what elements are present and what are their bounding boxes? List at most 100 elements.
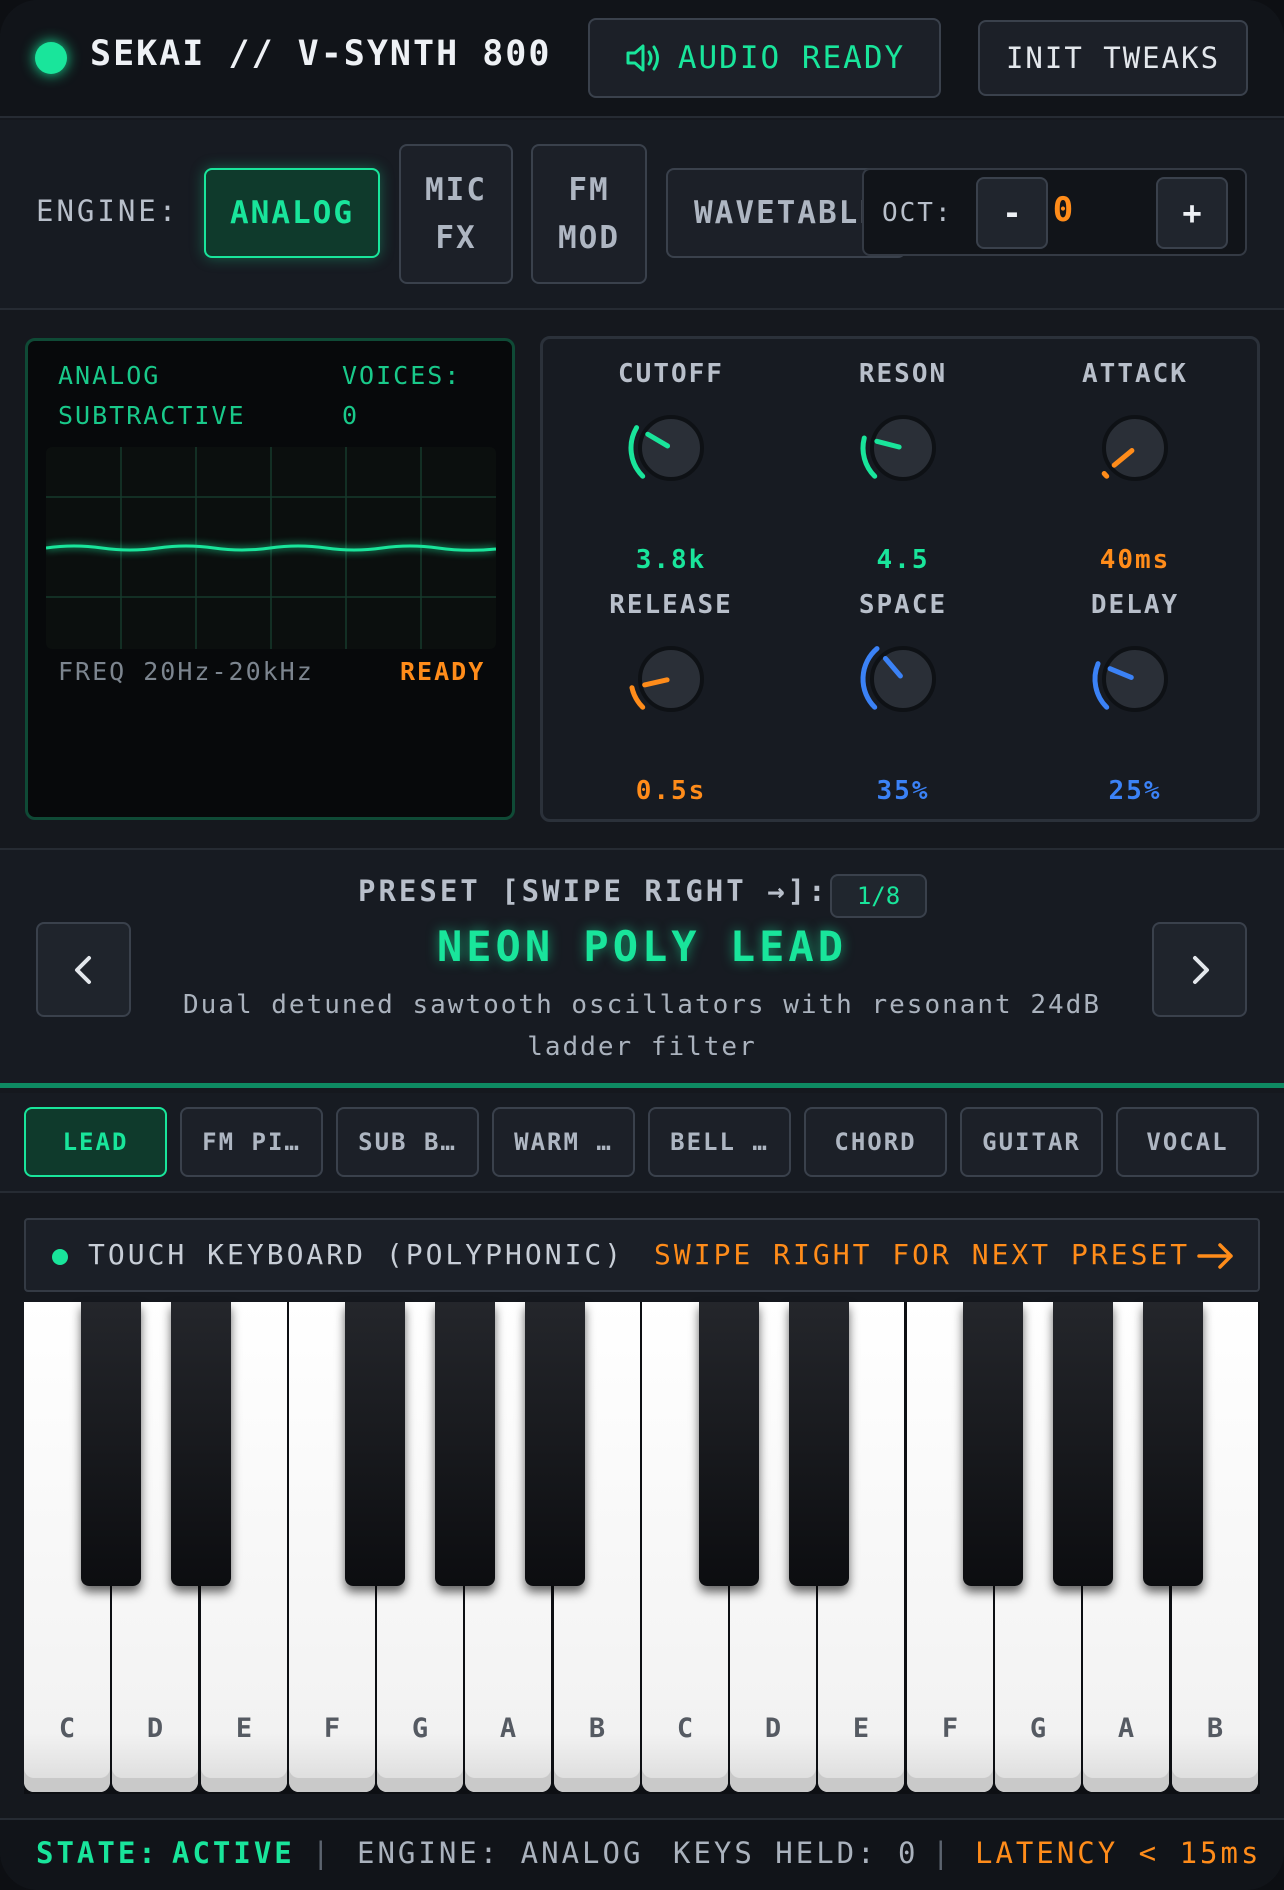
- key-label: C: [676, 1713, 694, 1744]
- scope-mode-line1: ANALOG: [58, 361, 161, 390]
- knob-label: RELEASE: [609, 590, 733, 620]
- key-label: G: [411, 1713, 429, 1744]
- preset-heading: PRESET [SWIPE RIGHT →]:: [358, 874, 829, 908]
- octave-label: OCT:: [882, 198, 953, 228]
- knob-value: 0.5s: [635, 776, 707, 806]
- init-tweaks-button[interactable]: INIT TWEAKS: [978, 20, 1248, 96]
- engine-status: ENGINE: ANALOG: [357, 1836, 644, 1870]
- tab-guitar[interactable]: GUITAR: [960, 1107, 1103, 1177]
- keyboard-title: TOUCH KEYBOARD (POLYPHONIC): [88, 1238, 625, 1271]
- black-key-c-sharp-2[interactable]: [699, 1302, 759, 1586]
- cutoff-knob[interactable]: CUTOFF 3.8k: [571, 359, 771, 579]
- knob-label: DELAY: [1090, 590, 1180, 620]
- audio-ready-label: AUDIO READY: [677, 40, 906, 76]
- key-label: F: [941, 1713, 959, 1744]
- tab-bell[interactable]: BELL …: [648, 1107, 791, 1177]
- octave-value: 0: [1052, 190, 1074, 230]
- state-value: ACTIVE: [172, 1836, 295, 1870]
- engine-selector: ENGINE: ANALOG MIC FX FM MOD WAVETABLE O…: [0, 120, 1284, 310]
- scope-mode-line2: SUBTRACTIVE: [58, 401, 246, 430]
- knob-value: 40ms: [1099, 545, 1171, 575]
- black-key-f-sharp[interactable]: [345, 1302, 405, 1586]
- knob-dial[interactable]: [858, 403, 948, 493]
- keyboard-header: TOUCH KEYBOARD (POLYPHONIC) SWIPE RIGHT …: [24, 1218, 1260, 1292]
- knob-label: SPACE: [858, 590, 948, 620]
- status-separator: |: [312, 1836, 333, 1870]
- key-label: D: [764, 1713, 782, 1744]
- scope-freq-label: FREQ 20Hz-20kHz: [58, 657, 314, 686]
- space-knob[interactable]: SPACE 35%: [803, 590, 1003, 810]
- next-preset-button[interactable]: [1152, 922, 1247, 1017]
- tab-fm-piano[interactable]: FM PI…: [180, 1107, 323, 1177]
- tab-chord[interactable]: CHORD: [804, 1107, 947, 1177]
- knob-dial[interactable]: [1090, 403, 1180, 493]
- preset-description: Dual detuned sawtooth oscillators with r…: [183, 990, 1101, 1062]
- oscilloscope-display: ANALOG SUBTRACTIVE VOICES: 0 FREQ 20Hz-2…: [25, 338, 515, 820]
- tab-lead[interactable]: LEAD: [24, 1107, 167, 1177]
- key-label: A: [1117, 1713, 1135, 1744]
- piano-keyboard: C D E F G A B C D E F G A B: [24, 1302, 1260, 1794]
- reson-knob[interactable]: RESON 4.5: [803, 359, 1003, 579]
- knob-value: 35%: [876, 776, 930, 806]
- key-label: E: [235, 1713, 253, 1744]
- status-bar: STATE: ACTIVE | ENGINE: ANALOG KEYS HELD…: [0, 1818, 1284, 1890]
- black-key-f-sharp-2[interactable]: [963, 1302, 1023, 1586]
- knob-label: CUTOFF: [618, 359, 724, 389]
- state-label: STATE:: [36, 1836, 159, 1870]
- key-label: F: [323, 1713, 341, 1744]
- key-label: G: [1029, 1713, 1047, 1744]
- black-key-d-sharp[interactable]: [171, 1302, 231, 1586]
- knob-panel: CUTOFF 3.8k RESON 4.5 ATTACK 40ms RELEAS…: [540, 336, 1260, 822]
- status-dot-icon: [52, 1249, 68, 1265]
- key-label: B: [588, 1713, 606, 1744]
- knob-label: ATTACK: [1082, 359, 1188, 389]
- engine-label: ENGINE:: [36, 194, 180, 228]
- knob-arc: [1101, 470, 1110, 479]
- key-label: A: [499, 1713, 517, 1744]
- knob-label: RESON: [858, 359, 948, 389]
- black-key-d-sharp-2[interactable]: [789, 1302, 849, 1586]
- black-key-g-sharp[interactable]: [435, 1302, 495, 1586]
- knob-dial[interactable]: [626, 403, 716, 493]
- tab-sub-bass[interactable]: SUB B…: [336, 1107, 479, 1177]
- key-label: E: [852, 1713, 870, 1744]
- waveform-graph: [45, 447, 497, 649]
- preset-browser: PRESET [SWIPE RIGHT →]: 1/8 NEON POLY LE…: [0, 848, 1284, 1088]
- tab-warm-pad[interactable]: WARM …: [492, 1107, 635, 1177]
- scope-voices-label: VOICES:: [342, 361, 462, 390]
- black-key-a-sharp-2[interactable]: [1143, 1302, 1203, 1586]
- knob-value: 4.5: [876, 545, 930, 575]
- swipe-hint: SWIPE RIGHT FOR NEXT PRESET: [654, 1238, 1191, 1271]
- status-separator: |: [932, 1836, 953, 1870]
- black-key-a-sharp[interactable]: [525, 1302, 585, 1586]
- delay-knob[interactable]: DELAY 25%: [1035, 590, 1235, 810]
- black-key-c-sharp[interactable]: [81, 1302, 141, 1586]
- audio-ready-button[interactable]: AUDIO READY: [588, 18, 941, 98]
- keys-held-status: KEYS HELD: 0: [673, 1836, 919, 1870]
- knob-value: 3.8k: [635, 545, 707, 575]
- knob-value: 25%: [1108, 776, 1162, 806]
- engine-mic-fx-button[interactable]: MIC FX: [399, 144, 513, 284]
- black-key-g-sharp-2[interactable]: [1053, 1302, 1113, 1586]
- arrow-right-icon: [1197, 1243, 1233, 1269]
- chevron-right-icon: [1192, 955, 1209, 984]
- octave-up-button[interactable]: +: [1156, 177, 1228, 249]
- tab-vocal[interactable]: VOCAL: [1116, 1107, 1259, 1177]
- knob-dial[interactable]: [858, 634, 948, 724]
- engine-fm-mod-button[interactable]: FM MOD: [531, 144, 647, 284]
- preset-name: NEON POLY LEAD: [436, 922, 847, 971]
- app-title: SEKAI // V-SYNTH 800: [90, 34, 552, 74]
- release-knob[interactable]: RELEASE 0.5s: [571, 590, 771, 810]
- key-label: D: [146, 1713, 164, 1744]
- octave-control: OCT: - 0 +: [862, 168, 1247, 256]
- knob-dial[interactable]: [626, 634, 716, 724]
- key-label: B: [1206, 1713, 1224, 1744]
- header-bar: SEKAI // V-SYNTH 800 AUDIO READY INIT TW…: [0, 0, 1284, 118]
- engine-analog-button[interactable]: ANALOG: [204, 168, 380, 258]
- preset-tabs: LEAD FM PI… SUB B… WARM … BELL … CHORD G…: [0, 1093, 1284, 1193]
- attack-knob[interactable]: ATTACK 40ms: [1035, 359, 1235, 579]
- power-led-icon: [35, 42, 67, 74]
- preset-count-badge: 1/8: [830, 874, 927, 918]
- scope-status: READY: [400, 657, 486, 686]
- knob-dial[interactable]: [1090, 634, 1180, 724]
